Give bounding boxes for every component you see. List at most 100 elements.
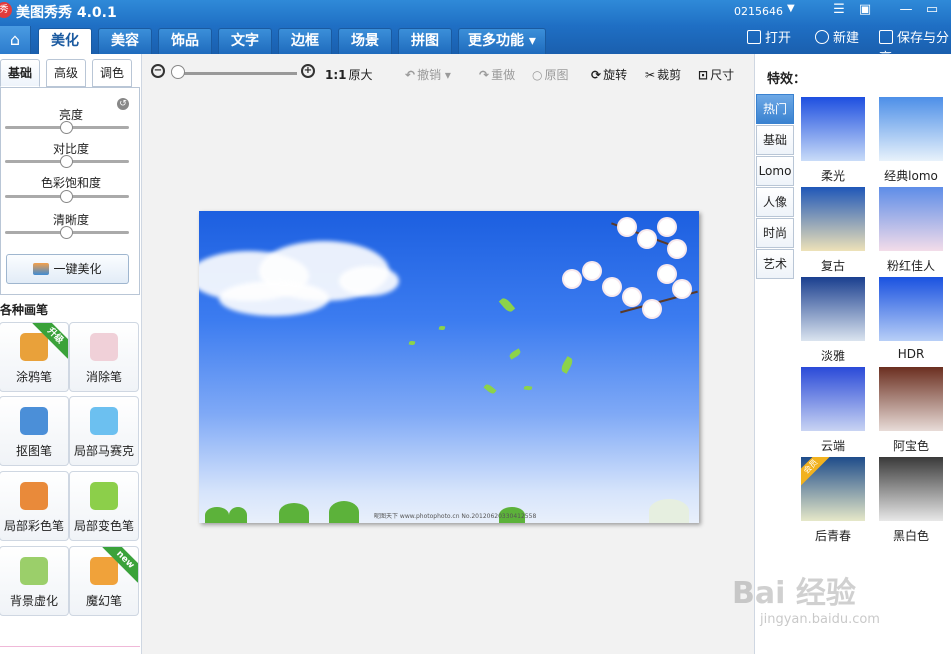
user-id[interactable]: 0215646 (734, 5, 783, 18)
effect-tab-hot[interactable]: 热门 (756, 94, 794, 124)
eraser-icon (90, 333, 118, 361)
sharpness-slider-knob[interactable] (60, 226, 73, 239)
cutout-brush-button[interactable]: 抠图笔 (0, 396, 69, 466)
blossom (644, 301, 660, 317)
member-badge: 会员 (801, 457, 830, 486)
effect-thumb-soft-light[interactable] (801, 97, 865, 161)
contrast-slider[interactable] (5, 155, 129, 168)
leaf (508, 348, 522, 360)
zoom-in-icon[interactable]: + (301, 64, 315, 78)
zoom-slider[interactable] (179, 72, 297, 75)
brush-section-title: 各种画笔 (0, 303, 49, 317)
effect-tab-art[interactable]: 艺术 (756, 249, 794, 279)
background-blur-button[interactable]: 背景虚化 (0, 546, 69, 616)
effect-thumb-cloud[interactable] (801, 367, 865, 431)
effect-label: 云端 (820, 439, 845, 453)
tab-beautify[interactable]: 美化 (38, 28, 92, 54)
effect-tab-portrait[interactable]: 人像 (756, 187, 794, 217)
original-size-button[interactable]: 1:1 原大 (325, 66, 373, 83)
brush-label: 局部彩色笔 (3, 519, 64, 533)
brush-label: 魔幻笔 (85, 594, 122, 608)
magic-brush-button[interactable]: 魔幻笔 new (69, 546, 139, 616)
cloud (339, 266, 399, 296)
blossom (564, 271, 580, 287)
tab-frame[interactable]: 边框 (278, 28, 332, 54)
zoom-out-icon[interactable]: − (151, 64, 165, 78)
contrast-slider-knob[interactable] (60, 155, 73, 168)
saturation-slider[interactable] (5, 190, 129, 203)
effect-thumb-hdr[interactable] (879, 277, 943, 341)
effect-thumb-elegant[interactable] (801, 277, 865, 341)
redo-icon: ↷ (479, 68, 490, 82)
effect-tab-basic[interactable]: 基础 (756, 125, 794, 155)
leaf (523, 385, 533, 391)
app-title: 美图秀秀 4.0.1 (16, 5, 117, 21)
beautify-icon (33, 263, 50, 275)
tab-advanced[interactable]: 高级 (46, 59, 86, 87)
grass (649, 499, 689, 523)
menu-icon[interactable]: ☰ (829, 1, 849, 19)
dropdown-menu-icon[interactable]: ▣ (855, 1, 875, 19)
effect-thumb-classic-lomo[interactable] (879, 97, 943, 161)
local-color-brush-button[interactable]: 局部彩色笔 (0, 471, 69, 541)
effect-label: 粉红佳人 (886, 259, 935, 273)
image-canvas[interactable]: 昵图天下 www.photophoto.cn No.20120620330412… (143, 92, 753, 654)
tab-collage[interactable]: 拼图 (398, 28, 452, 54)
tab-scene[interactable]: 场景 (338, 28, 392, 54)
blossom (604, 279, 620, 295)
tab-makeup[interactable]: 美容 (98, 28, 152, 54)
local-mosaic-button[interactable]: 局部马赛克 (69, 396, 139, 466)
magic-wand-icon (90, 557, 118, 585)
effect-thumb-black-white[interactable] (879, 457, 943, 521)
zoom-slider-knob[interactable] (171, 65, 185, 79)
toolbar: − + 1:1 原大 ↶ 撤销 ▾ ↷ 重做 ○ 原图 ⟳ 旋转 ✂ 裁剪 ⊡ 尺寸 (143, 54, 753, 92)
crop-button[interactable]: ✂ 裁剪 (645, 66, 681, 83)
blossom (669, 241, 685, 257)
tab-text[interactable]: 文字 (218, 28, 272, 54)
tab-more-features[interactable]: 更多功能 ▾ (458, 28, 546, 54)
undo-icon: ↶ (405, 68, 416, 82)
user-dropdown-icon[interactable]: ▼ (787, 3, 795, 14)
saturation-slider-knob[interactable] (60, 190, 73, 203)
effect-thumb-retro[interactable] (801, 187, 865, 251)
blur-background-icon (20, 557, 48, 585)
rotate-button[interactable]: ⟳ 旋转 (591, 66, 627, 83)
sharpness-slider[interactable] (5, 226, 129, 239)
brush-label: 背景虚化 (9, 594, 58, 608)
home-icon[interactable]: ⌂ (0, 26, 31, 54)
tab-accessories[interactable]: 饰品 (158, 28, 212, 54)
brightness-slider[interactable] (5, 121, 129, 134)
effect-tab-lomo[interactable]: Lomo (756, 156, 794, 186)
resize-button[interactable]: ⊡ 尺寸 (698, 66, 734, 83)
one-click-beautify-button[interactable]: 一键美化 (6, 254, 129, 284)
redo-button[interactable]: ↷ 重做 (479, 66, 515, 83)
effect-label: 淡雅 (820, 349, 845, 363)
undo-button[interactable]: ↶ 撤销 ▾ (405, 66, 451, 83)
blossom (619, 219, 635, 235)
edited-photo[interactable]: 昵图天下 www.photophoto.cn No.20120620330412… (199, 211, 699, 523)
tab-basic[interactable]: 基础 (0, 59, 40, 87)
graffiti-brush-button[interactable]: 涂鸦笔 升级 (0, 322, 69, 392)
grass (329, 501, 359, 523)
baidu-jingyan-url: jingyan.baidu.com (760, 612, 880, 627)
open-button[interactable]: 打开 (747, 29, 791, 49)
grass (229, 507, 247, 523)
original-icon: ○ (532, 68, 543, 82)
brightness-slider-knob[interactable] (60, 121, 73, 134)
saturation-label: 色彩饱和度 (40, 176, 101, 190)
new-button[interactable]: 新建 (815, 29, 859, 49)
effect-thumb-abao-color[interactable] (879, 367, 943, 431)
minimize-icon[interactable]: — (896, 1, 916, 19)
local-recolor-brush-button[interactable]: 局部变色笔 (69, 471, 139, 541)
tab-color-tone[interactable]: 调色 (92, 59, 132, 87)
cloud (219, 281, 329, 316)
eraser-brush-button[interactable]: 消除笔 (69, 322, 139, 392)
effect-label: 阿宝色 (892, 439, 929, 453)
effect-tab-fashion[interactable]: 时尚 (756, 218, 794, 248)
leaf (483, 382, 497, 396)
effect-thumb-youth[interactable]: 会员 (801, 457, 865, 521)
effect-thumb-pink-lady[interactable] (879, 187, 943, 251)
close-icon[interactable]: ✕ (945, 1, 951, 19)
maximize-icon[interactable]: ▭ (922, 1, 942, 19)
original-image-button[interactable]: ○ 原图 (532, 66, 569, 83)
